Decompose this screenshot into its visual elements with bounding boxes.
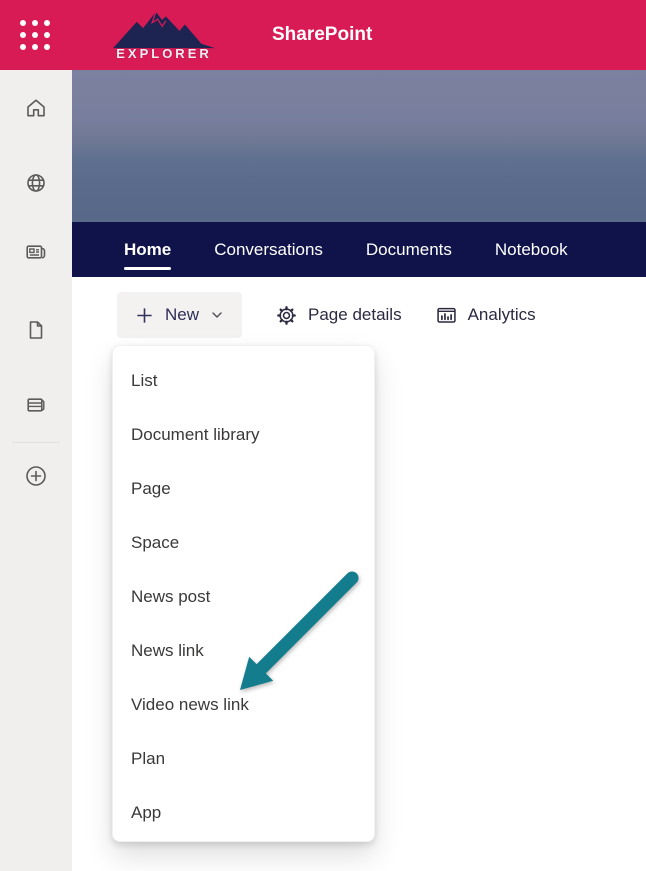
- sidebar-item-news[interactable]: [24, 240, 48, 264]
- home-icon: [27, 99, 45, 117]
- page-content: New Page details Analytics List Document…: [72, 277, 646, 871]
- tab-notebook[interactable]: Notebook: [495, 240, 568, 260]
- menu-item-news-link[interactable]: News link: [113, 624, 374, 678]
- waffle-icon: [20, 20, 50, 50]
- command-bar: New Page details Analytics: [117, 292, 536, 338]
- sidebar-item-documents[interactable]: [24, 318, 48, 342]
- tab-conversations[interactable]: Conversations: [214, 240, 323, 260]
- app-launcher-button[interactable]: [0, 0, 70, 70]
- menu-item-app[interactable]: App: [113, 786, 374, 840]
- menu-item-news-post[interactable]: News post: [113, 570, 374, 624]
- analytics-label: Analytics: [467, 305, 536, 324]
- chevron-down-icon: [212, 312, 222, 318]
- menu-item-page[interactable]: Page: [113, 462, 374, 516]
- sharepoint-page: { "topbar": { "app_title": "SharePoint",…: [0, 0, 646, 871]
- sidebar-item-library[interactable]: [24, 393, 48, 417]
- sidebar-item-global[interactable]: [24, 171, 48, 195]
- menu-item-plan[interactable]: Plan: [113, 732, 374, 786]
- tab-documents[interactable]: Documents: [366, 240, 452, 260]
- menu-item-list[interactable]: List: [113, 354, 374, 408]
- add-circle-icon: [26, 466, 46, 486]
- left-navigation-rail: [0, 70, 72, 871]
- suite-top-bar: EXPLORER SharePoint: [0, 0, 646, 70]
- page-details-button[interactable]: Page details: [275, 304, 402, 327]
- site-logo[interactable]: EXPLORER: [96, 10, 232, 61]
- rail-divider: [12, 442, 60, 443]
- site-logo-text: EXPLORER: [116, 45, 212, 61]
- new-button[interactable]: New: [117, 292, 243, 338]
- menu-item-document-library[interactable]: Document library: [113, 408, 374, 462]
- mountain-logo-icon: [113, 11, 215, 48]
- app-title: SharePoint: [272, 24, 373, 45]
- globe-icon: [27, 174, 45, 192]
- tab-home[interactable]: Home: [124, 240, 172, 270]
- menu-item-space[interactable]: Space: [113, 516, 374, 570]
- sidebar-item-home[interactable]: [24, 96, 48, 120]
- sidebar-item-create[interactable]: [24, 464, 48, 488]
- new-dropdown-menu: List Document library Page Space News po…: [112, 345, 375, 842]
- new-button-label: New: [165, 305, 200, 324]
- analytics-button[interactable]: Analytics: [435, 304, 536, 327]
- content-stack-icon: [27, 398, 45, 412]
- analytics-icon: [436, 307, 456, 323]
- menu-item-video-news-link[interactable]: Video news link: [113, 678, 374, 732]
- site-nav-bar: Home Conversations Documents Notebook: [72, 222, 646, 277]
- page-details-label: Page details: [308, 305, 402, 324]
- document-icon: [29, 321, 43, 339]
- gear-icon: [277, 305, 296, 325]
- plus-icon: [137, 307, 152, 323]
- hero-image: [72, 70, 646, 222]
- newspaper-icon: [26, 245, 46, 259]
